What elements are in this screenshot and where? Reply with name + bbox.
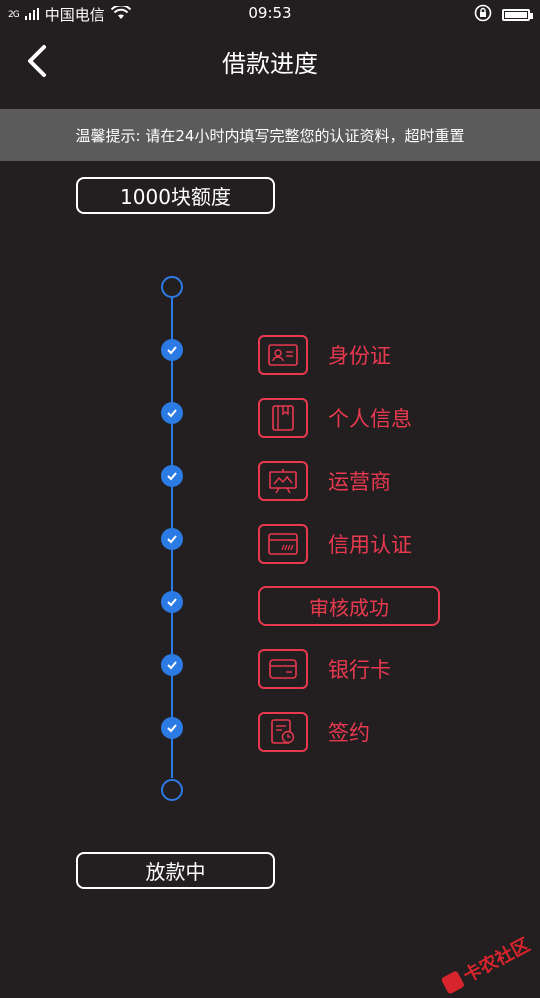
watermark-text: 卡农社区 (460, 934, 534, 987)
carrier-icon (258, 461, 308, 501)
sign-contract-icon (258, 712, 308, 752)
watermark: 卡农社区 (439, 931, 534, 998)
step-label: 银行卡 (328, 658, 391, 682)
check-icon (161, 402, 183, 424)
step-credit[interactable]: 信用认证 (258, 524, 412, 564)
step-label: 运营商 (328, 470, 391, 494)
timeline-end-node (161, 779, 183, 801)
personal-info-icon (258, 398, 308, 438)
timeline-start-node (161, 276, 183, 298)
check-icon (161, 591, 183, 613)
step-label: 身份证 (328, 344, 391, 368)
step-sign-contract[interactable]: 签约 (258, 712, 370, 752)
check-icon (161, 528, 183, 550)
notice-text: 温馨提示: 请在24小时内填写完整您的认证资料，超时重置 (75, 126, 465, 145)
disbursing-badge: 放款中 (76, 852, 275, 889)
notice-banner: 温馨提示: 请在24小时内填写完整您的认证资料，超时重置 (0, 109, 540, 161)
id-card-icon (258, 335, 308, 375)
watermark-logo-icon (440, 970, 466, 995)
timeline-line (171, 298, 173, 778)
check-icon (161, 717, 183, 739)
credit-icon (258, 524, 308, 564)
step-personal-info[interactable]: 个人信息 (258, 398, 412, 438)
page-title: 借款进度 (222, 50, 318, 78)
rotation-lock-icon (474, 4, 492, 26)
quota-badge: 1000块额度 (76, 177, 275, 214)
status-bar: 2G 中国电信 09:53 (0, 0, 540, 28)
step-bank-card[interactable]: 银行卡 (258, 649, 391, 689)
step-id-card[interactable]: 身份证 (258, 335, 391, 375)
step-label: 信用认证 (328, 533, 412, 557)
check-icon (161, 465, 183, 487)
step-carrier[interactable]: 运营商 (258, 461, 391, 501)
nav-bar: 借款进度 (0, 28, 540, 108)
step-label: 个人信息 (328, 407, 412, 431)
status-right (474, 4, 533, 26)
step-label: 签约 (328, 721, 370, 745)
check-icon (161, 339, 183, 361)
check-icon (161, 654, 183, 676)
review-success-button[interactable]: 审核成功 (258, 586, 440, 626)
clock: 09:53 (248, 4, 292, 22)
battery-icon (502, 9, 533, 21)
bank-card-icon (258, 649, 308, 689)
